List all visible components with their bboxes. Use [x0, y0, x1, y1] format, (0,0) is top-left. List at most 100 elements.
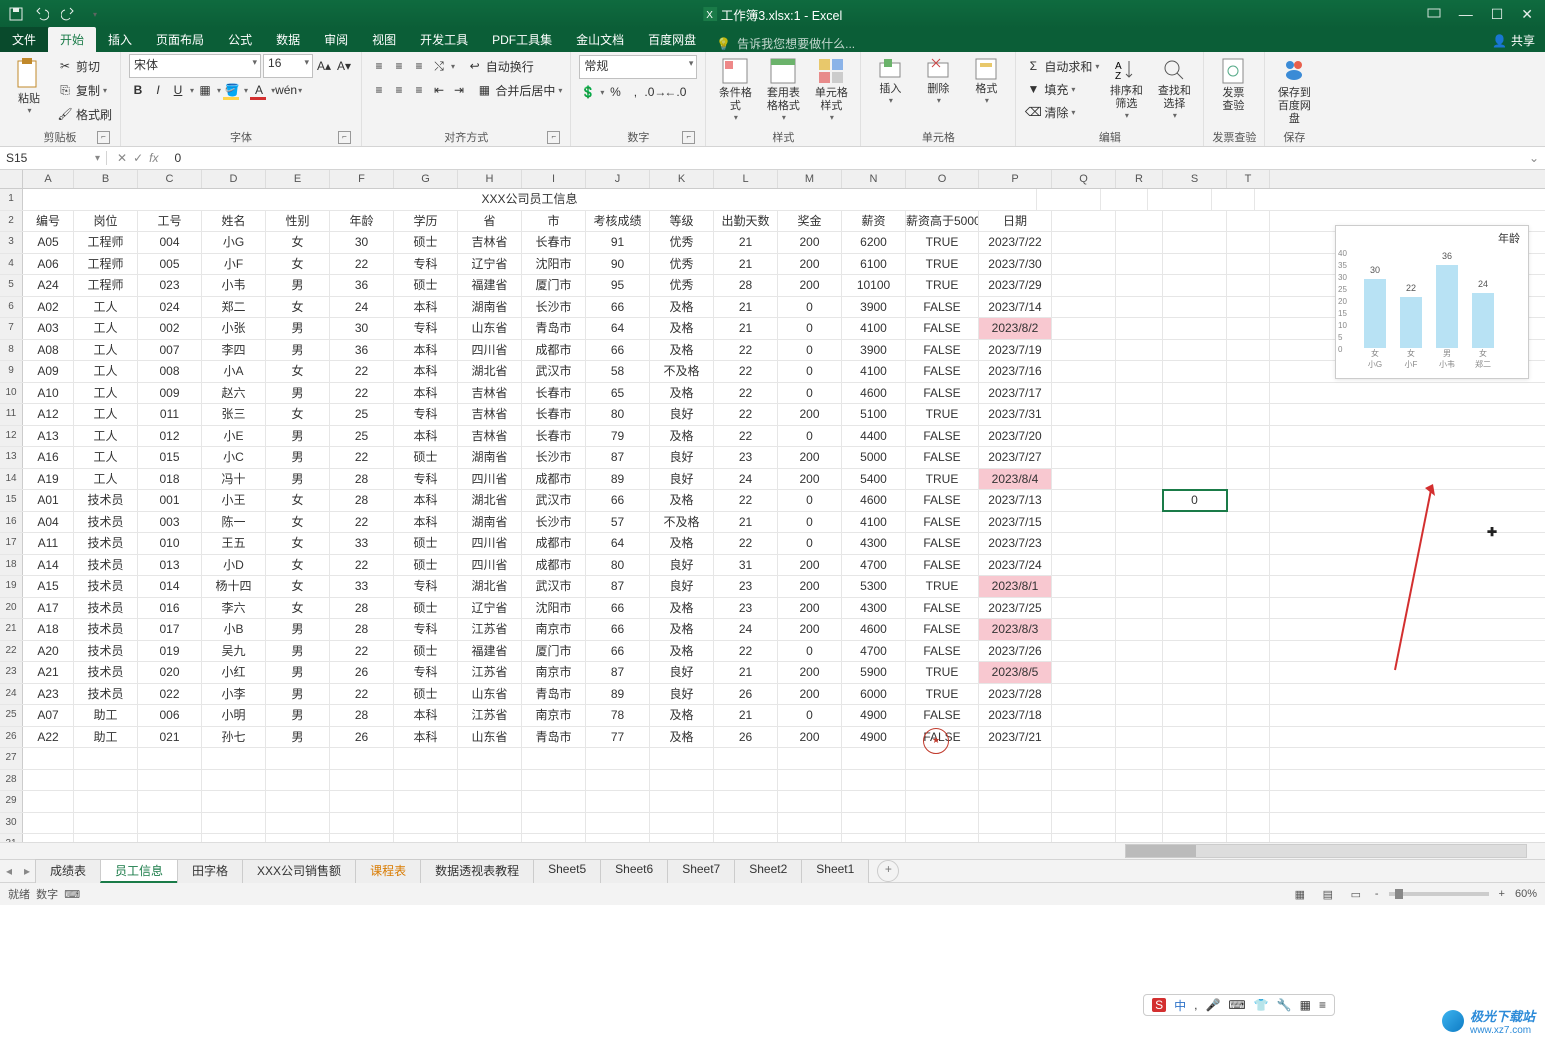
cell[interactable]: 0: [778, 533, 842, 554]
cell[interactable]: [1163, 555, 1227, 576]
cell[interactable]: 男: [266, 469, 330, 490]
cell[interactable]: [1116, 748, 1163, 769]
cell[interactable]: [778, 791, 842, 812]
cell[interactable]: 24: [714, 469, 778, 490]
cell[interactable]: 0: [778, 426, 842, 447]
cell[interactable]: 硕士: [394, 275, 458, 296]
cell[interactable]: 技术员: [74, 641, 138, 662]
cell[interactable]: [1227, 254, 1270, 275]
cell[interactable]: [202, 791, 266, 812]
cell[interactable]: 66: [586, 619, 650, 640]
cell[interactable]: 良好: [650, 662, 714, 683]
cell[interactable]: 福建省: [458, 641, 522, 662]
horizontal-scrollbar[interactable]: [0, 842, 1545, 859]
cell[interactable]: 女: [266, 490, 330, 511]
ime-lang-toggle[interactable]: 中: [1174, 997, 1186, 1014]
cell[interactable]: 良好: [650, 555, 714, 576]
tab-pdf-tools[interactable]: PDF工具集: [480, 27, 564, 52]
cell[interactable]: A13: [23, 426, 74, 447]
cell[interactable]: [1227, 340, 1270, 361]
cell[interactable]: 湖南省: [458, 512, 522, 533]
cell[interactable]: [202, 748, 266, 769]
cell[interactable]: 78: [586, 705, 650, 726]
cell[interactable]: 66: [586, 598, 650, 619]
cell[interactable]: A17: [23, 598, 74, 619]
bold-button[interactable]: B: [129, 81, 147, 99]
cell[interactable]: [1227, 232, 1270, 253]
cell[interactable]: A22: [23, 727, 74, 748]
cell[interactable]: [1116, 834, 1163, 842]
cell[interactable]: [586, 770, 650, 791]
cell[interactable]: 青岛市: [522, 318, 586, 339]
cell[interactable]: 小张: [202, 318, 266, 339]
cell[interactable]: 28: [330, 469, 394, 490]
ime-grid-icon[interactable]: ▦: [1300, 998, 1311, 1012]
cell[interactable]: 2023/7/26: [979, 641, 1052, 662]
cell[interactable]: 年龄: [330, 211, 394, 232]
cell[interactable]: [1227, 748, 1270, 769]
cell[interactable]: A10: [23, 383, 74, 404]
clipboard-launcher[interactable]: ⌐: [97, 131, 110, 144]
cell[interactable]: 女: [266, 232, 330, 253]
cell[interactable]: 长春市: [522, 404, 586, 425]
cell[interactable]: 不及格: [650, 361, 714, 382]
border-button[interactable]: ▦: [196, 81, 214, 99]
cell[interactable]: [1052, 232, 1116, 253]
cell[interactable]: 工人: [74, 447, 138, 468]
tab-data[interactable]: 数据: [264, 27, 312, 52]
cell[interactable]: 87: [586, 662, 650, 683]
row-header[interactable]: 18: [0, 555, 23, 576]
sheet-tab[interactable]: 成绩表: [35, 859, 101, 883]
cell[interactable]: [1052, 770, 1116, 791]
cell[interactable]: 吉林省: [458, 232, 522, 253]
cell[interactable]: [979, 770, 1052, 791]
cell[interactable]: [1052, 254, 1116, 275]
cell[interactable]: 23: [714, 598, 778, 619]
fill-button[interactable]: ▼填充▾: [1024, 78, 1099, 100]
row-header[interactable]: 29: [0, 791, 23, 812]
insert-cells-button[interactable]: 插入▾: [869, 55, 911, 105]
phonetic-button[interactable]: wén: [277, 81, 295, 99]
cell[interactable]: 2023/7/30: [979, 254, 1052, 275]
cell[interactable]: [522, 813, 586, 834]
cell[interactable]: 专科: [394, 318, 458, 339]
comma-icon[interactable]: ,: [626, 83, 644, 101]
cell[interactable]: A21: [23, 662, 74, 683]
add-sheet-button[interactable]: +: [877, 860, 899, 882]
cell[interactable]: 200: [778, 727, 842, 748]
cell[interactable]: 技术员: [74, 490, 138, 511]
cell[interactable]: [1116, 469, 1163, 490]
cell[interactable]: 28: [330, 619, 394, 640]
number-launcher[interactable]: ⌐: [682, 131, 695, 144]
tab-page-layout[interactable]: 页面布局: [144, 27, 216, 52]
cell[interactable]: [138, 813, 202, 834]
cell[interactable]: [1163, 834, 1227, 842]
cell[interactable]: 本科: [394, 727, 458, 748]
cell[interactable]: A20: [23, 641, 74, 662]
cell[interactable]: 22: [714, 361, 778, 382]
row-header[interactable]: 4: [0, 254, 23, 275]
cell[interactable]: [1116, 254, 1163, 275]
italic-button[interactable]: I: [149, 81, 167, 99]
cell[interactable]: 10100: [842, 275, 906, 296]
cell[interactable]: 吉林省: [458, 404, 522, 425]
indent-inc-icon[interactable]: ⇥: [450, 81, 468, 99]
ime-keyboard-icon[interactable]: ⌨: [1228, 998, 1245, 1012]
embedded-chart[interactable]: 年龄 4035302520151050 30223624 女女男女 小G小F小韦…: [1335, 225, 1529, 379]
cell[interactable]: [23, 813, 74, 834]
cell[interactable]: TRUE: [906, 684, 979, 705]
row-header[interactable]: 8: [0, 340, 23, 361]
cell[interactable]: 22: [714, 383, 778, 404]
cell[interactable]: 及格: [650, 727, 714, 748]
cell[interactable]: [1116, 576, 1163, 597]
cell[interactable]: 工人: [74, 361, 138, 382]
cell[interactable]: 优秀: [650, 254, 714, 275]
cell[interactable]: 26: [330, 727, 394, 748]
cell[interactable]: 5400: [842, 469, 906, 490]
cell[interactable]: 25: [330, 426, 394, 447]
cell[interactable]: 男: [266, 275, 330, 296]
cell[interactable]: 22: [330, 383, 394, 404]
cell[interactable]: 男: [266, 383, 330, 404]
cell[interactable]: 武汉市: [522, 576, 586, 597]
cell[interactable]: [522, 834, 586, 842]
